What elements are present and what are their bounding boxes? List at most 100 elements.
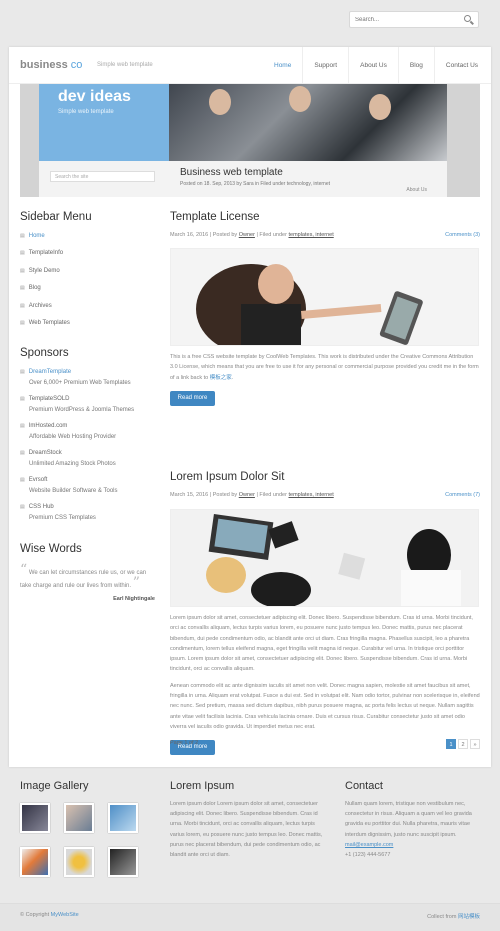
lorem-section: Lorem Ipsum Lorem ipsum dolor Lorem ipsu… — [170, 780, 325, 860]
banner-post-meta: Posted on 18. Sep, 2013 by Sara in Filed… — [180, 181, 331, 187]
open-quote-icon: “ — [20, 562, 28, 578]
post-meta: March 15, 2016 | Posted by Owner | Filed… — [170, 492, 480, 498]
sidebar-menu: Sidebar Menu Home TemplateInfo Style Dem… — [20, 211, 155, 337]
nav-home[interactable]: Home — [263, 47, 302, 84]
sidebar-item-blog[interactable]: Blog — [20, 285, 155, 302]
posted-by-label: Posted by — [212, 492, 238, 498]
footer: Image Gallery Lorem Ipsum Lorem ipsum do… — [0, 767, 500, 898]
main-nav: Home Support About Us Blog Contact Us — [263, 47, 489, 84]
contact-email[interactable]: mail@example.com — [345, 842, 393, 848]
post-image — [170, 509, 479, 607]
header: business co Simple web template Home Sup… — [9, 47, 491, 84]
post-author[interactable]: Owner — [239, 232, 255, 238]
filed-label: Filed under — [259, 492, 287, 498]
post: Lorem Ipsum Dolor Sit March 15, 2016 | P… — [170, 471, 480, 756]
page-2-button[interactable]: 2 — [458, 739, 468, 749]
post-tags[interactable]: templates, internet — [288, 492, 333, 498]
sponsor-desc: Unlimited Amazing Stock Photos — [29, 461, 116, 467]
contact-phone: +1 (123) 444-5677 — [345, 852, 391, 859]
nav-about[interactable]: About Us — [348, 47, 398, 84]
sponsor-link[interactable]: Evrsoft — [20, 477, 160, 488]
banner-lower: Search the site Business web template Po… — [39, 161, 447, 197]
post-comments[interactable]: Comments (3) — [445, 232, 480, 238]
gallery-thumb[interactable] — [20, 803, 50, 833]
post-author[interactable]: Owner — [239, 492, 255, 498]
collect-from: Collect from 网站模板 — [427, 912, 480, 920]
banner-image: dev ideas Simple web template Search the… — [20, 84, 480, 197]
post-excerpt: This is a free CSS website template by C… — [170, 354, 479, 381]
post-date: March 16, 2016 — [170, 232, 209, 238]
copyright-prefix: © Copyright — [20, 912, 50, 918]
banner-subtitle: Simple web template — [58, 109, 114, 115]
banner-blue-panel: dev ideas Simple web template — [39, 84, 169, 161]
sidebar-item-web-templates[interactable]: Web Templates — [20, 320, 155, 337]
sponsors-title: Sponsors — [20, 347, 69, 359]
post-title[interactable]: Template License — [170, 211, 480, 223]
main-content: Template License March 16, 2016 | Posted… — [170, 211, 480, 756]
wise-words: Wise Words “ We can let circumstances ru… — [20, 543, 155, 602]
sponsors-section: Sponsors DreamTemplateOver 6,000+ Premiu… — [20, 347, 160, 531]
sponsor-link[interactable]: TemplateSOLD — [20, 396, 160, 407]
gallery-thumb[interactable] — [64, 803, 94, 833]
posted-by-label: Posted by — [212, 232, 238, 238]
banner-about: About Us — [406, 187, 427, 193]
quote-author: Earl Nightingale — [113, 596, 155, 602]
sponsor-desc: Premium WordPress & Joomla Themes — [29, 407, 135, 413]
contact-title: Contact — [345, 780, 383, 792]
logo-main: business — [20, 59, 68, 71]
collect-link[interactable]: 网站模板 — [458, 914, 480, 920]
wise-title: Wise Words — [20, 543, 82, 555]
copyright-bar: © Copyright MyWebSite Collect from 网站模板 — [0, 903, 500, 931]
gallery-title: Image Gallery — [20, 780, 89, 792]
search-icon[interactable] — [464, 15, 471, 22]
logo[interactable]: business co — [20, 59, 82, 71]
contact-section: Contact Nullam quam lorem, tristique non… — [345, 780, 480, 860]
pagination: Page 1 of 2 1 2 » — [170, 739, 480, 749]
sidebar-item-templateinfo[interactable]: TemplateInfo — [20, 250, 155, 267]
sidebar-item-home[interactable]: Home — [20, 233, 155, 250]
close-quote-icon: ” — [132, 575, 140, 591]
post: Template License March 16, 2016 | Posted… — [170, 211, 480, 406]
lorem-text: Lorem ipsum dolor Lorem ipsum dolor sit … — [170, 801, 323, 859]
post-tags[interactable]: templates, internet — [288, 232, 333, 238]
quote-text: We can let circumstances rule us, or we … — [20, 570, 147, 589]
sponsor-link[interactable]: CSS Hub — [20, 504, 160, 515]
collect-label: Collect from — [427, 914, 457, 920]
sponsor-desc: Premium CSS Templates — [29, 515, 96, 521]
post-text-2: Aenean commodo elit ac ante dignissim ia… — [170, 682, 480, 730]
banner-title: dev ideas — [58, 88, 131, 105]
gallery-thumb[interactable] — [64, 847, 94, 877]
page-1-button[interactable]: 1 — [446, 739, 456, 749]
credit-link[interactable]: 模板之家 — [210, 375, 232, 381]
sponsor-desc: Website Builder Software & Tools — [29, 488, 118, 494]
nav-blog[interactable]: Blog — [397, 47, 434, 84]
next-page-button[interactable]: » — [470, 739, 480, 749]
banner-search: Search the site — [50, 171, 155, 182]
page-label: Page 1 of 2 — [170, 740, 199, 746]
sponsor-link[interactable]: DreamTemplate — [20, 369, 160, 380]
banner-photo — [169, 84, 447, 162]
post-image — [170, 248, 479, 346]
sponsor-desc: Affordable Web Hosting Provider — [29, 434, 117, 440]
sponsor-link[interactable]: ImHosted.com — [20, 423, 160, 434]
gallery-thumb[interactable] — [20, 847, 50, 877]
post-text: Lorem ipsum dolor sit amet, consectetuer… — [170, 615, 473, 673]
post-title[interactable]: Lorem Ipsum Dolor Sit — [170, 471, 480, 483]
gallery-thumb[interactable] — [108, 847, 138, 877]
read-more-button[interactable]: Read more — [170, 390, 215, 406]
sponsor-link[interactable]: DreamStock — [20, 450, 160, 461]
tagline: Simple web template — [97, 62, 153, 68]
lorem-title: Lorem Ipsum — [170, 780, 235, 792]
copyright-site-link[interactable]: MyWebSite — [51, 912, 79, 918]
sidebar-item-style-demo[interactable]: Style Demo — [20, 268, 155, 285]
quote: “ We can let circumstances rule us, or w… — [20, 562, 155, 591]
nav-support[interactable]: Support — [302, 47, 348, 84]
gallery-thumb[interactable] — [108, 803, 138, 833]
sidebar-item-archives[interactable]: Archives — [20, 303, 155, 320]
search-input[interactable] — [350, 12, 460, 27]
post-meta: March 16, 2016 | Posted by Owner | Filed… — [170, 232, 480, 238]
sidebar-menu-title: Sidebar Menu — [20, 211, 92, 223]
search-box[interactable] — [349, 11, 479, 28]
post-comments[interactable]: Comments (7) — [445, 492, 480, 498]
nav-contact[interactable]: Contact Us — [433, 47, 489, 84]
